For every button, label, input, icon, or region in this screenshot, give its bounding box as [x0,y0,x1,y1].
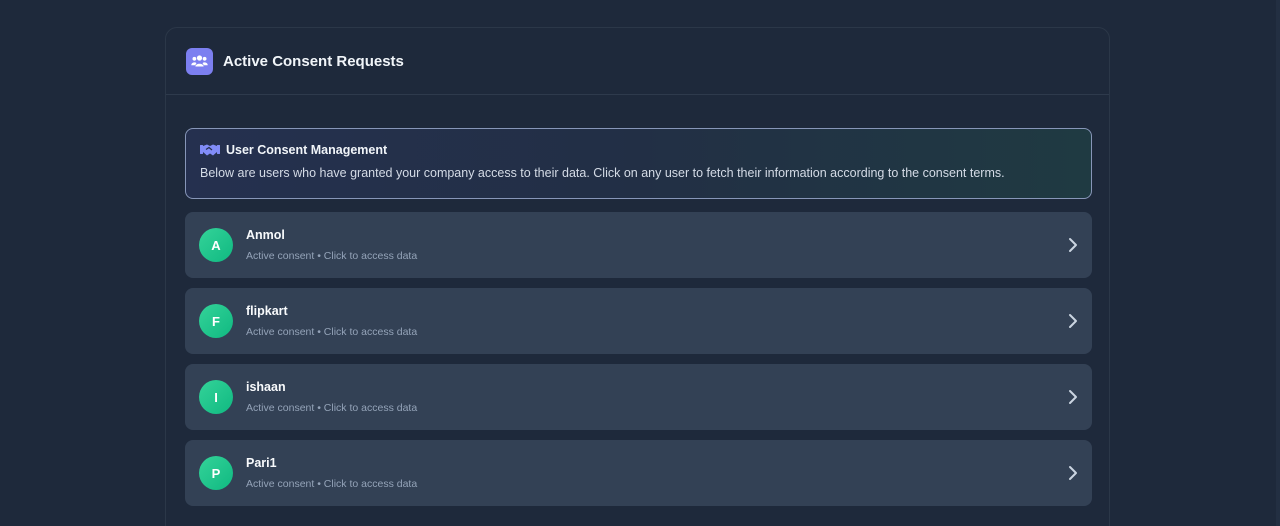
user-name: flipkart [246,304,288,318]
chevron-right-icon[interactable] [1066,236,1080,254]
users-icon [186,47,213,75]
avatar: F [199,304,233,338]
handshake-icon [200,143,220,157]
avatar: A [199,228,233,262]
page-title: Active Consent Requests [223,52,404,70]
info-banner-title: User Consent Management [226,143,388,157]
user-row-flipkart[interactable]: F flipkart Active consent • Click to acc… [185,288,1092,354]
user-name: Anmol [246,228,285,242]
chevron-right-icon[interactable] [1066,312,1080,330]
avatar: P [199,456,233,490]
user-status: Active consent • Click to access data [246,478,418,490]
user-name: Pari1 [246,456,277,470]
user-status: Active consent • Click to access data [246,250,418,262]
card-header: Active Consent Requests [166,28,1109,95]
chevron-right-icon[interactable] [1066,388,1080,406]
user-list: A Anmol Active consent • Click to access… [185,212,1092,516]
user-row-anmol[interactable]: A Anmol Active consent • Click to access… [185,212,1092,278]
info-banner: User Consent Management Below are users … [185,128,1092,199]
page-edge [1276,0,1280,526]
user-status: Active consent • Click to access data [246,326,418,338]
info-banner-text: Below are users who have granted your co… [200,166,1005,180]
info-banner-header: User Consent Management [200,143,1077,157]
user-status: Active consent • Click to access data [246,402,418,414]
user-row-ishaan[interactable]: I ishaan Active consent • Click to acces… [185,364,1092,430]
avatar: I [199,380,233,414]
chevron-right-icon[interactable] [1066,464,1080,482]
page: Active Consent Requests User Consent Man… [0,0,1280,526]
user-name: ishaan [246,380,286,394]
consent-card: Active Consent Requests User Consent Man… [165,27,1110,526]
user-row-pari1[interactable]: P Pari1 Active consent • Click to access… [185,440,1092,506]
